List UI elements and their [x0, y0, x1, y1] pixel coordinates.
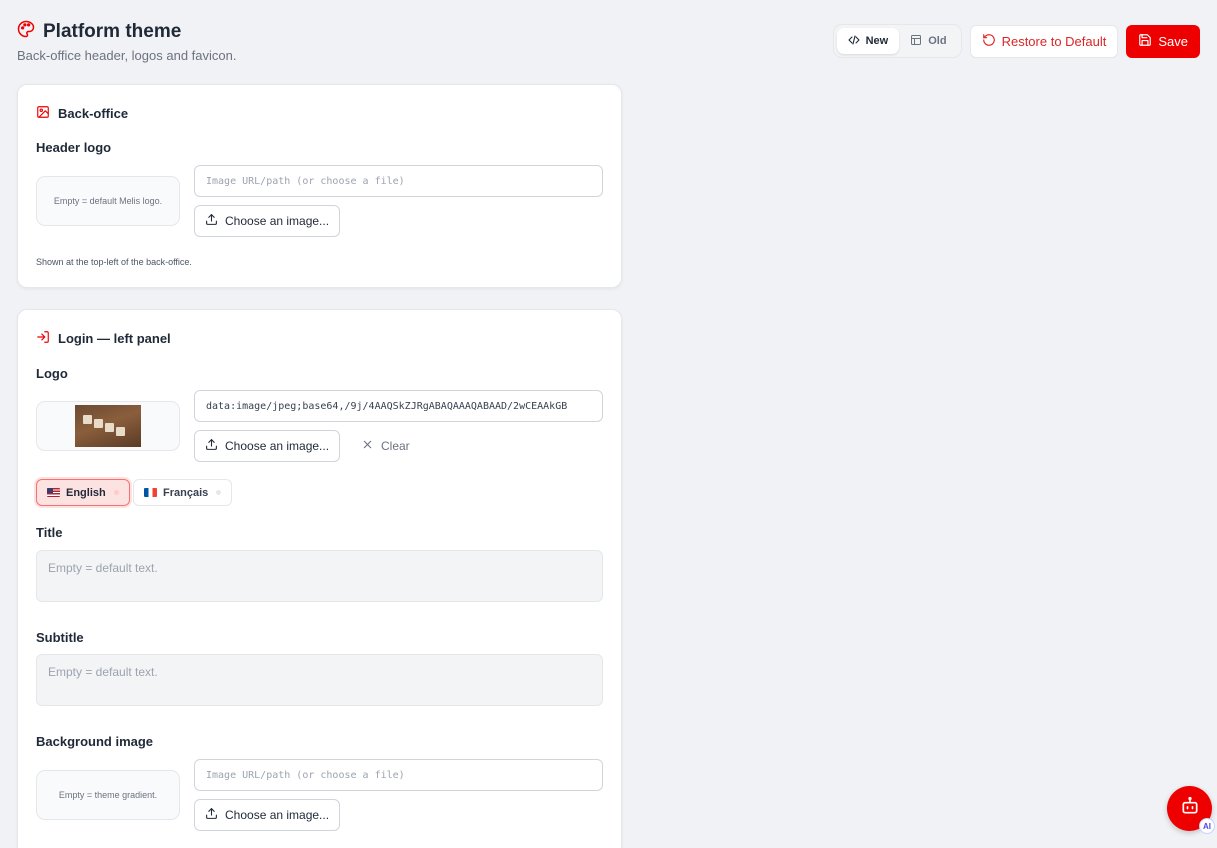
background-image-preview: Empty = theme gradient. [36, 770, 180, 820]
code-icon [848, 34, 860, 49]
title-row: Platform theme [17, 20, 236, 43]
toggle-old-label: Old [928, 35, 947, 47]
us-flag-icon [47, 488, 60, 497]
page-header: Platform theme Back-office header, logos… [17, 20, 237, 64]
login-logo-label: Logo [36, 366, 68, 381]
layout-icon [910, 34, 922, 49]
login-card-title: Login — left panel [36, 330, 171, 347]
header-logo-hint: Shown at the top-left of the back-office… [36, 257, 192, 267]
image-icon [36, 105, 50, 122]
background-url-input[interactable]: Image URL/path (or choose a file) [194, 759, 603, 791]
background-choose-button[interactable]: Choose an image... [194, 799, 341, 831]
upload-icon [205, 438, 218, 454]
subtitle-textarea[interactable]: Empty = default text. [36, 654, 603, 706]
subtitle-field-label: Subtitle [36, 630, 84, 645]
save-icon [1138, 33, 1152, 50]
lang-tab-francais[interactable]: Français [133, 479, 233, 506]
logo-thumbnail-image [75, 405, 141, 447]
version-toggle: New Old [832, 24, 962, 58]
save-label: Save [1158, 33, 1188, 49]
header-actions: New Old Restore to Default Save [832, 24, 1200, 58]
clear-label: Clear [381, 439, 410, 453]
bot-icon [1180, 796, 1200, 821]
toggle-old-button[interactable]: Old [899, 28, 957, 54]
rotate-ccw-icon [982, 33, 996, 50]
fr-flag-icon [144, 488, 157, 497]
restore-default-button[interactable]: Restore to Default [969, 24, 1119, 58]
header-logo-choose-button[interactable]: Choose an image... [194, 205, 341, 237]
title-field-label: Title [36, 525, 63, 540]
ai-badge: AI [1199, 818, 1215, 834]
page-subtitle: Back-office header, logos and favicon. [17, 48, 237, 63]
lang-francais-label: Français [163, 486, 209, 499]
choose-label: Choose an image... [225, 808, 330, 822]
restore-label: Restore to Default [1001, 33, 1107, 49]
login-card: Login — left panel Logo data:image/jpeg;… [17, 309, 622, 848]
lang-english-label: English [66, 486, 106, 499]
header-logo-url-input[interactable]: Image URL/path (or choose a file) [194, 165, 603, 197]
lang-tab-english[interactable]: English [36, 479, 130, 506]
status-dot [113, 490, 119, 495]
save-button[interactable]: Save [1126, 24, 1200, 58]
header-logo-label: Header logo [36, 140, 112, 155]
backoffice-title-text: Back-office [58, 106, 129, 121]
login-logo-clear-button[interactable]: Clear [362, 430, 410, 462]
upload-icon [205, 807, 218, 823]
backoffice-card: Back-office Header logo Empty = default … [17, 84, 622, 288]
login-title-text: Login — left panel [58, 331, 171, 346]
page-title: Platform theme [43, 20, 182, 42]
login-logo-choose-button[interactable]: Choose an image... [194, 430, 341, 462]
login-logo-url-input[interactable]: data:image/jpeg;base64,/9j/4AAQSkZJRgABA… [194, 390, 603, 422]
title-textarea[interactable]: Empty = default text. [36, 550, 603, 602]
toggle-new-button[interactable]: New [836, 28, 900, 54]
choose-label: Choose an image... [225, 214, 330, 228]
login-icon [36, 330, 50, 347]
background-image-label: Background image [36, 734, 154, 749]
login-logo-preview [36, 401, 180, 451]
header-logo-preview: Empty = default Melis logo. [36, 176, 180, 226]
close-icon [362, 439, 373, 453]
palette-icon [17, 20, 35, 43]
toggle-new-label: New [865, 35, 889, 47]
upload-icon [205, 213, 218, 229]
backoffice-card-title: Back-office [36, 105, 128, 122]
assistant-fab-button[interactable]: AI [1167, 786, 1215, 834]
choose-label: Choose an image... [225, 439, 330, 453]
status-dot [216, 490, 222, 495]
